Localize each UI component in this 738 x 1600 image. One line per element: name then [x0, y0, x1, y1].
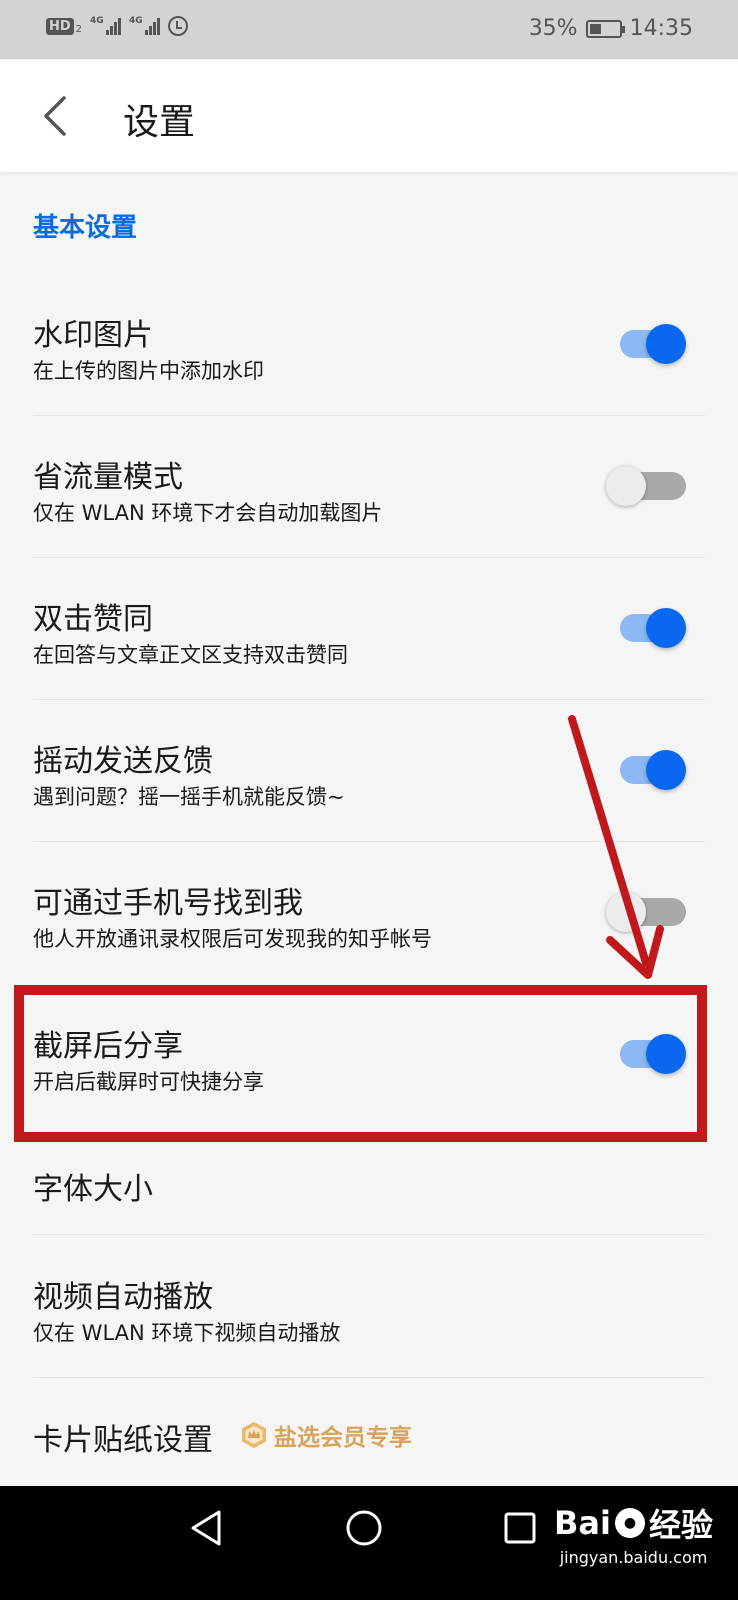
setting-subtitle: 遇到问题？摇一摇手机就能反馈~: [33, 785, 345, 809]
vip-badge-label: 盐选会员专享: [274, 1425, 412, 1451]
setting-row-font-size[interactable]: 字体大小: [0, 1142, 738, 1235]
data-saver-toggle[interactable]: [606, 466, 686, 506]
hd-sub-label: 2: [75, 23, 83, 35]
setting-title: 视频自动播放: [33, 1280, 213, 1315]
find-by-phone-toggle[interactable]: [606, 892, 686, 932]
setting-subtitle: 仅在 WLAN 环境下视频自动播放: [33, 1321, 341, 1345]
nav-recents-button[interactable]: [500, 1508, 540, 1552]
watermark-toggle[interactable]: [620, 324, 686, 364]
shake-feedback-toggle[interactable]: [620, 750, 686, 790]
back-button[interactable]: [38, 93, 78, 139]
hd-label: HD: [46, 17, 74, 35]
signal-1-label: 4G: [90, 15, 104, 26]
crown-icon: [242, 1422, 266, 1448]
status-right: 35% 14:35: [529, 16, 693, 41]
baidu-jingyan-watermark: Bai ● 经验 jingyan.baidu.com: [554, 1500, 713, 1567]
setting-title: 卡片贴纸设置: [33, 1423, 213, 1458]
status-left: HD 2 4G 4G: [46, 15, 189, 36]
setting-subtitle: 在回答与文章正文区支持双击赞同: [33, 643, 348, 667]
setting-title: 字体大小: [33, 1172, 153, 1207]
app-header: 设置: [0, 59, 738, 172]
vip-badge: 盐选会员专享: [240, 1418, 412, 1452]
setting-row-data-saver[interactable]: 省流量模式 仅在 WLAN 环境下才会自动加载图片: [0, 416, 738, 558]
watermark-brand: Bai: [554, 1504, 611, 1542]
setting-row-video-autoplay[interactable]: 视频自动播放 仅在 WLAN 环境下视频自动播放: [0, 1235, 738, 1378]
setting-subtitle: 仅在 WLAN 环境下才会自动加载图片: [33, 501, 383, 525]
signal-1-icon: 4G: [90, 15, 122, 35]
setting-subtitle: 在上传的图片中添加水印: [33, 359, 264, 383]
annotation-highlight-box: [14, 985, 707, 1142]
nav-home-button[interactable]: [344, 1508, 384, 1552]
alarm-icon: [168, 16, 189, 36]
back-arrow-icon: [44, 96, 66, 136]
hd-voice-icon: HD 2: [46, 17, 83, 35]
signal-2-icon: 4G: [129, 15, 161, 35]
status-bar: HD 2 4G 4G 35% 14:35: [0, 0, 738, 59]
battery-percent: 35%: [528, 16, 578, 41]
battery-icon: [585, 19, 625, 38]
watermark-url: jingyan.baidu.com: [559, 1548, 708, 1567]
watermark-brand-cn: 经验: [648, 1506, 713, 1544]
setting-title: 可通过手机号找到我: [33, 886, 303, 921]
setting-row-card-sticker[interactable]: 卡片贴纸设置 盐选会员专享: [0, 1378, 738, 1486]
setting-row-double-tap-upvote[interactable]: 双击赞同 在回答与文章正文区支持双击赞同: [0, 558, 738, 700]
page-title: 设置: [123, 102, 196, 143]
setting-title: 双击赞同: [33, 602, 153, 637]
status-time: 14:35: [629, 16, 693, 41]
setting-row-find-by-phone[interactable]: 可通过手机号找到我 他人开放通讯录权限后可发现我的知乎帐号: [0, 842, 738, 984]
setting-subtitle: 他人开放通讯录权限后可发现我的知乎帐号: [33, 927, 432, 951]
paw-icon: ●: [614, 1508, 645, 1538]
navigation-bar: Bai ● 经验 jingyan.baidu.com: [0, 1486, 738, 1600]
setting-title: 水印图片: [33, 318, 153, 353]
nav-back-icon: [191, 1510, 221, 1546]
setting-row-shake-feedback[interactable]: 摇动发送反馈 遇到问题？摇一摇手机就能反馈~: [0, 700, 738, 842]
nav-home-icon: [346, 1510, 382, 1546]
section-title: 基本设置: [33, 213, 138, 243]
nav-recents-icon: [504, 1512, 536, 1544]
double-tap-upvote-toggle[interactable]: [620, 608, 686, 648]
nav-back-button[interactable]: [188, 1508, 228, 1552]
setting-row-watermark[interactable]: 水印图片 在上传的图片中添加水印: [0, 273, 738, 416]
signal-2-label: 4G: [129, 15, 143, 26]
setting-title: 省流量模式: [33, 460, 183, 495]
setting-title: 摇动发送反馈: [33, 744, 213, 779]
